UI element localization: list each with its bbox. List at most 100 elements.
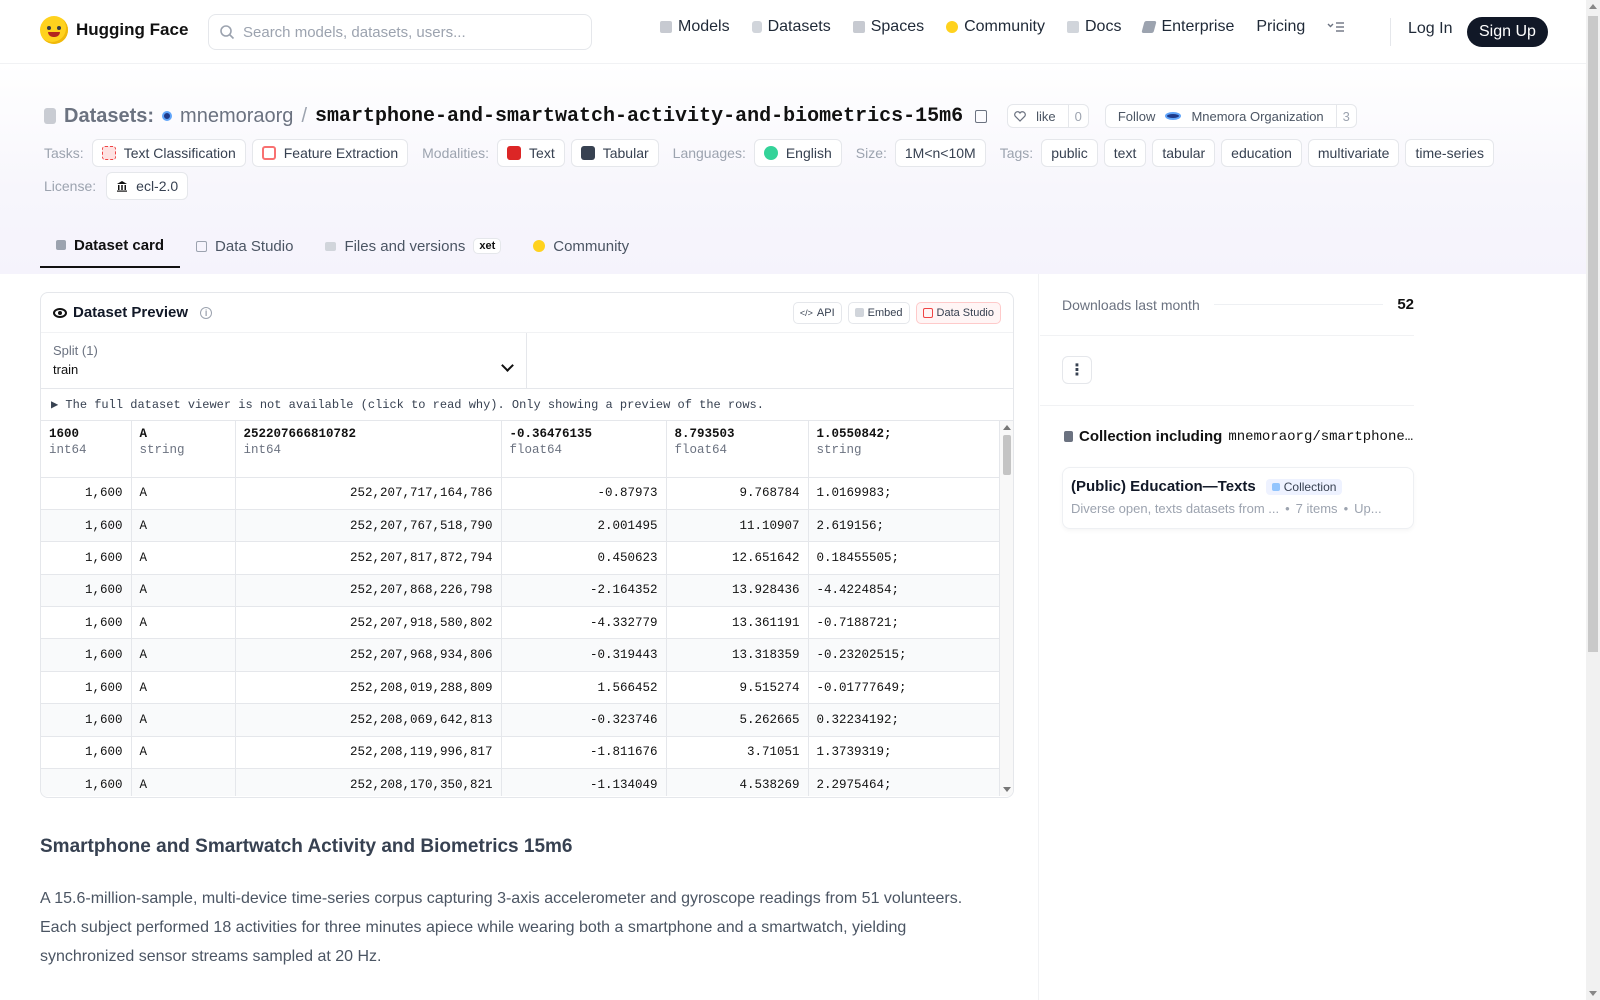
nav-community[interactable]: Community	[946, 18, 1045, 36]
org-link[interactable]: mnemoraorg	[180, 105, 293, 128]
table-scroll-thumb[interactable]	[1003, 435, 1011, 475]
api-button[interactable]: </> API	[792, 301, 842, 324]
tag-text-classification[interactable]: Text Classification	[91, 139, 246, 167]
data-studio-button[interactable]: Data Studio	[915, 301, 1001, 324]
table-row[interactable]: 1,600 A 252,207,968,934,806 -0.319443 13.318…	[41, 638, 1000, 672]
brand-name: Hugging Face	[76, 20, 189, 39]
tab-files-and-versions[interactable]: Files and versions xet	[309, 224, 517, 268]
nav-datasets[interactable]: Datasets	[751, 18, 831, 36]
table-cell: 13.928436	[666, 574, 809, 608]
table-cell: 1,600	[41, 606, 132, 640]
tag-size[interactable]: 1M<n<10M	[894, 139, 986, 167]
page-scroll-up-icon[interactable]	[1589, 4, 1597, 9]
info-icon[interactable]: i	[200, 306, 213, 319]
text-classification-icon	[101, 146, 116, 160]
column-header[interactable]: 252207666810782 int64	[235, 421, 502, 478]
more-options-button[interactable]: ⋮	[1062, 356, 1092, 384]
nav-enterprise[interactable]: Enterprise	[1141, 18, 1234, 36]
table-cell: -4.4224854;	[808, 574, 1000, 608]
like-button[interactable]: like 0	[1007, 104, 1089, 128]
table-cell: 1,600	[41, 541, 132, 575]
page-scrollbar[interactable]	[1586, 0, 1600, 1000]
tag-text[interactable]: Text	[497, 139, 565, 167]
table-row[interactable]: 1,600 A 252,207,767,518,790 2.001495 11.1090…	[41, 509, 1000, 543]
nav-spaces[interactable]: Spaces	[852, 18, 924, 36]
tag-multivariate[interactable]: multivariate	[1307, 139, 1400, 167]
table-cell: -1.811676	[501, 736, 667, 770]
datasets-crumb[interactable]: Datasets:	[64, 105, 154, 128]
column-dtype: float64	[674, 443, 728, 457]
nav-more-menu[interactable]	[1327, 20, 1345, 34]
table-cell: 1,600	[41, 736, 132, 770]
collection-repo: mnemoraorg/smartphone-an...	[1228, 428, 1414, 445]
split-select[interactable]: Split (1) train	[41, 333, 527, 388]
meta-dot: •	[1343, 501, 1349, 516]
split-row: Split (1) train	[41, 333, 1013, 389]
code-icon: </>	[799, 307, 813, 318]
table-cell: -0.87973	[501, 477, 667, 510]
api-button-label: API	[816, 306, 835, 319]
column-header[interactable]: 1.0550842; string	[808, 421, 1000, 478]
column-header[interactable]: -0.36476135 float64	[501, 421, 667, 478]
tab-community[interactable]: Community	[517, 224, 645, 268]
viewer-notice[interactable]: ▶ The full dataset viewer is not availab…	[41, 389, 1013, 421]
downloads-value: 52	[1397, 296, 1414, 313]
page-scroll-down-icon[interactable]	[1589, 991, 1597, 996]
downloads-row: Downloads last month 52	[1062, 296, 1414, 313]
follow-button[interactable]: Follow Mnemora Organization 3	[1104, 104, 1357, 128]
table-row[interactable]: 1,600 A 252,208,069,642,813 -0.323746 5.2626…	[41, 703, 1000, 737]
tab-dataset-card[interactable]: Dataset card	[40, 224, 181, 268]
scroll-down-arrow-icon[interactable]	[1003, 787, 1011, 792]
login-link[interactable]: Log In	[1408, 20, 1452, 38]
datasets-cylinder-icon	[751, 21, 762, 33]
tag-feature-extraction[interactable]: Feature Extraction	[251, 139, 409, 167]
tag-time-series[interactable]: time-series	[1405, 139, 1494, 167]
models-cube-icon	[660, 21, 672, 33]
column-header[interactable]: Astring	[131, 421, 236, 478]
languages-label: Languages:	[672, 145, 746, 161]
table-row[interactable]: 1,600 A 252,207,918,580,802 -4.332779 13.361…	[41, 606, 1000, 640]
search-input[interactable]	[243, 23, 573, 41]
table-cell: 2.2975464;	[808, 768, 1000, 796]
table-row[interactable]: 1,600 A 252,208,019,288,809 1.566452 9.51527…	[41, 671, 1000, 705]
tag-tabular[interactable]: Tabular	[570, 139, 659, 167]
tab-data-studio[interactable]: Data Studio	[180, 224, 309, 268]
tag-english[interactable]: English	[753, 139, 842, 167]
collection-card[interactable]: (Public) Education—Texts Collection Dive…	[1062, 467, 1414, 529]
column-header[interactable]: 1600 int64	[41, 421, 132, 478]
table-row[interactable]: 1,600 A 252,207,868,226,798 -2.164352 13.928…	[41, 574, 1000, 608]
nav-models[interactable]: Models	[660, 18, 730, 36]
tag-tabular-topic[interactable]: tabular	[1152, 139, 1216, 167]
table-scrollbar[interactable]	[999, 421, 1013, 796]
signup-button[interactable]: Sign Up	[1467, 17, 1548, 47]
tag-public[interactable]: public	[1041, 139, 1098, 167]
nav-docs[interactable]: Docs	[1067, 18, 1121, 36]
tag-text-topic[interactable]: text	[1103, 139, 1147, 167]
scroll-up-arrow-icon[interactable]	[1003, 425, 1011, 430]
table-cell: 9.515274	[666, 671, 809, 705]
repo-name[interactable]: smartphone-and-smartwatch-activity-and-b…	[315, 105, 963, 128]
tag-license[interactable]: ecl-2.0	[106, 172, 189, 200]
table-row[interactable]: 1,600 A 252,208,170,350,821 -1.134049 4.5382…	[41, 768, 1000, 796]
tabular-modality-icon	[580, 146, 595, 160]
tag-text-classification-label: Text Classification	[123, 145, 236, 161]
nav-pricing[interactable]: Pricing	[1256, 18, 1305, 36]
table-row[interactable]: 1,600 A 252,207,817,872,794 0.450623 12.6516…	[41, 541, 1000, 575]
page-scroll-thumb[interactable]	[1588, 16, 1598, 652]
org-avatar	[162, 111, 173, 121]
table-cell: 252,208,069,642,813	[235, 703, 502, 737]
repo-tabs: Dataset card Data Studio Files and versi…	[40, 224, 645, 268]
tag-education[interactable]: education	[1221, 139, 1302, 167]
preview-header: Dataset Preview i </> API Embed Data Stud…	[41, 293, 1013, 333]
collection-badge: Collection	[1265, 478, 1343, 495]
copy-icon[interactable]	[975, 109, 988, 123]
table-row[interactable]: 1,600 A 252,208,119,996,817 -1.811676 3.7105…	[41, 736, 1000, 770]
embed-button[interactable]: Embed	[847, 301, 910, 324]
search-box[interactable]	[208, 14, 592, 50]
column-header[interactable]: 8.793503 float64	[666, 421, 809, 478]
table-cell: A	[131, 606, 236, 640]
collection-updated: Up...	[1354, 501, 1382, 516]
tag-feature-extraction-label: Feature Extraction	[283, 145, 399, 161]
home-logo-link[interactable]: Hugging Face	[40, 16, 188, 44]
table-row[interactable]: 1,600 A 252,207,717,164,786 -0.87973 9.76878…	[41, 477, 1000, 510]
